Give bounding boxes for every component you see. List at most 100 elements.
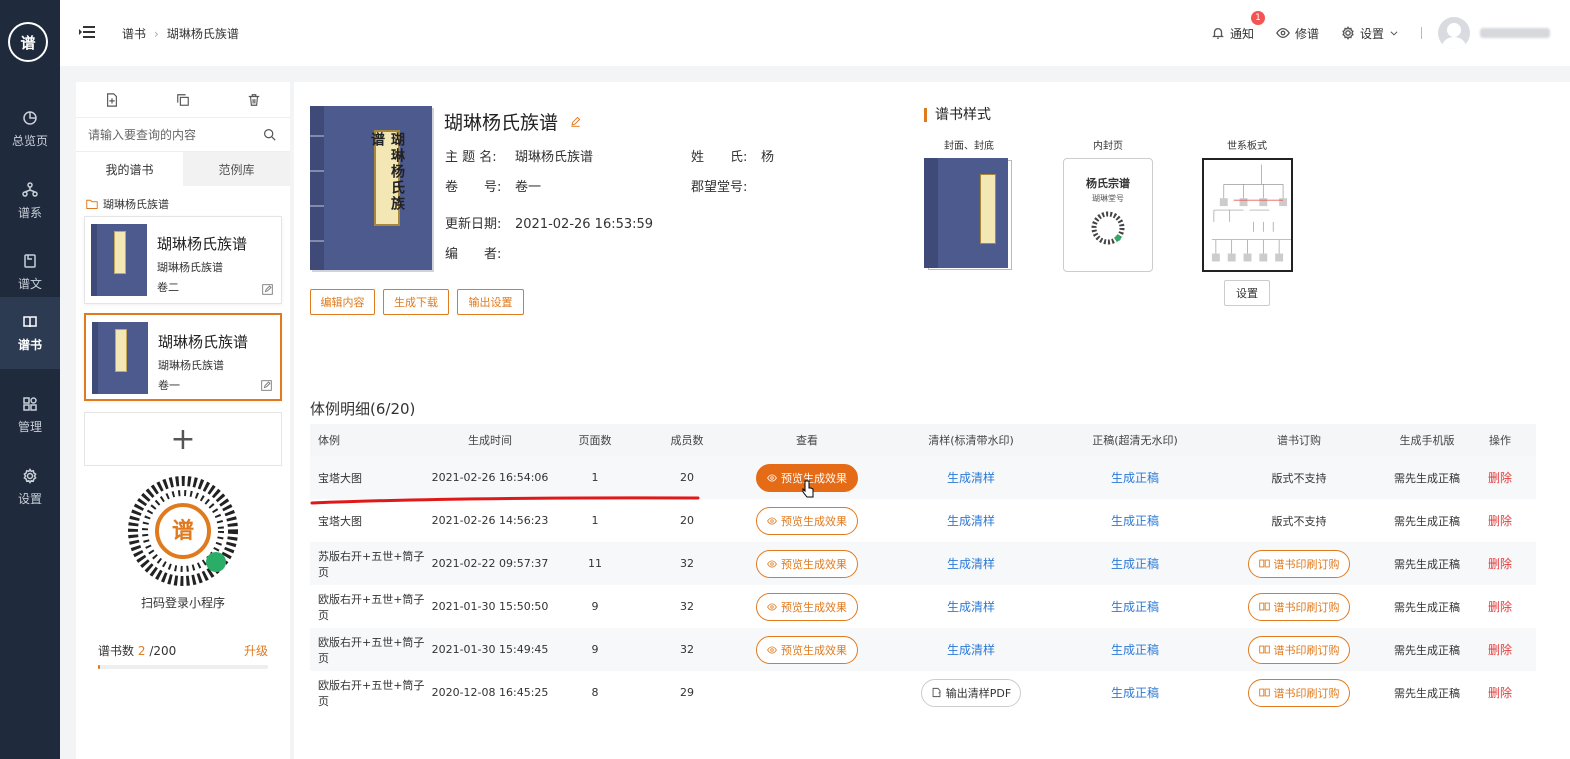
trash-icon[interactable] [247, 93, 261, 107]
delete-link[interactable]: 删除 [1488, 471, 1512, 485]
search-icon[interactable] [263, 128, 276, 141]
order-unsupported: 版式不支持 [1271, 471, 1327, 485]
book-card-selected[interactable]: 瑚琳杨氏族谱 瑚琳杨氏族谱 卷一 [84, 313, 282, 401]
order-print-button[interactable]: 谱书印刷订购 [1248, 549, 1350, 578]
cell-time: 2021-02-22 09:57:37 [431, 557, 549, 570]
nav-item-overview[interactable]: 总览页 [0, 96, 60, 162]
nav-label: 设置 [17, 491, 42, 506]
gear-icon [1342, 26, 1354, 40]
pencil-icon[interactable] [570, 116, 581, 127]
cover-label: 瑚琳杨氏族谱 [369, 130, 405, 226]
book-cover-thumb [92, 322, 148, 394]
cell-order: 谱书印刷订购 [1208, 628, 1390, 671]
notify-button[interactable]: 通知 1 [1211, 10, 1265, 42]
edit-icon[interactable] [261, 380, 272, 391]
cell-order: 版式不支持 [1208, 456, 1390, 499]
eye-icon [767, 559, 777, 568]
delete-link[interactable]: 删除 [1488, 600, 1512, 614]
upgrade-link[interactable]: 升级 [244, 642, 268, 659]
cell-op: 删除 [1464, 456, 1536, 499]
nav-item-books[interactable]: 谱书 [0, 297, 60, 369]
book-icon [23, 315, 37, 327]
nav-item-lineage[interactable]: 谱系 [0, 168, 60, 234]
preview-button[interactable]: 预览生成效果 [756, 592, 858, 621]
add-book-button[interactable]: + [84, 412, 282, 466]
username-blurred[interactable] [1480, 28, 1550, 38]
cell-pages: 9 [591, 600, 599, 613]
search-input[interactable] [88, 127, 258, 142]
add-file-icon[interactable] [105, 92, 119, 107]
cell-op: 删除 [1464, 585, 1536, 628]
cell-final: 生成正稿 [1062, 499, 1208, 542]
nav-label: 谱系 [17, 205, 42, 220]
cell-style: 欧版右开+五世+筒子页 [318, 678, 425, 708]
table-header-row: 体例 生成时间 页面数 成员数 查看 清样(标清带水印) 正稿(超清无水印) 谱… [310, 424, 1536, 456]
cell-proof: 生成清样 [880, 456, 1062, 499]
generate-proof-link[interactable]: 生成清样 [947, 471, 995, 485]
pie-chart-icon [23, 110, 37, 125]
generate-final-link[interactable]: 生成正稿 [1111, 557, 1159, 571]
generate-proof-link[interactable]: 生成清样 [947, 643, 995, 657]
order-print-button[interactable]: 谱书印刷订购 [1248, 678, 1350, 707]
export-pdf-button[interactable]: 输出清样PDF [921, 678, 1021, 707]
book-card[interactable]: 瑚琳杨氏族谱 瑚琳杨氏族谱 卷二 [84, 216, 282, 304]
nav-item-text[interactable]: 谱文 [0, 239, 60, 305]
output-settings-button[interactable]: 输出设置 [457, 289, 524, 315]
avatar[interactable] [1438, 17, 1470, 49]
lineage-style-thumb[interactable] [1202, 158, 1293, 272]
delete-link[interactable]: 删除 [1488, 643, 1512, 657]
style-section-title: 谱书样式 [924, 108, 991, 122]
generate-final-link[interactable]: 生成正稿 [1111, 686, 1159, 700]
logo[interactable]: 谱 [8, 22, 48, 62]
preview-button[interactable]: 预览生成效果 [756, 549, 858, 578]
generate-final-link[interactable]: 生成正稿 [1111, 514, 1159, 528]
delete-link[interactable]: 删除 [1488, 514, 1512, 528]
generate-proof-link[interactable]: 生成清样 [947, 557, 995, 571]
generate-proof-link[interactable]: 生成清样 [947, 600, 995, 614]
delete-link[interactable]: 删除 [1488, 557, 1512, 571]
generate-proof-link[interactable]: 生成清样 [947, 514, 995, 528]
quota-text: 谱书数 2 /200 [98, 644, 177, 658]
book-detail-panel: 瑚琳杨氏族谱 瑚琳杨氏族谱 主 题 名: 瑚琳杨氏族谱 姓 氏: 杨 卷 号: 卷一 … [294, 82, 1570, 759]
table-row: 苏版右开+五世+筒子页 2021-02-22 09:57:37 11 32 预览… [310, 542, 1536, 585]
cell-view [734, 671, 880, 714]
detail-section-title: 体例明细(6/20) [310, 400, 416, 418]
edit-genealogy-button[interactable]: 修谱 [1276, 25, 1319, 42]
generate-final-link[interactable]: 生成正稿 [1111, 643, 1159, 657]
nav-label: 谱文 [17, 276, 42, 291]
order-print-button[interactable]: 谱书印刷订购 [1248, 635, 1350, 664]
inner-page-style-thumb[interactable]: 杨氏宗谱 瑚琳堂号 [1063, 158, 1153, 272]
cell-proof: 生成清样 [880, 499, 1062, 542]
style-settings-button[interactable]: 设置 [1224, 280, 1270, 306]
edit-content-button[interactable]: 编辑内容 [310, 289, 375, 315]
cover-style-thumb[interactable] [924, 158, 1012, 270]
book-open-icon [1258, 688, 1270, 697]
folder-item[interactable]: 瑚琳杨氏族谱 [76, 186, 290, 216]
delete-link[interactable]: 删除 [1488, 686, 1512, 700]
nav-item-settings[interactable]: 设置 [0, 454, 60, 520]
col-header: 清样(标清带水印) [928, 434, 1014, 447]
breadcrumb-item[interactable]: 谱书 [122, 25, 146, 42]
top-header: 谱书 › 瑚琳杨氏族谱 通知 1 修谱 设置 [60, 0, 1570, 66]
generate-final-link[interactable]: 生成正稿 [1111, 471, 1159, 485]
copy-icon[interactable] [176, 93, 190, 107]
cell-op: 删除 [1464, 628, 1536, 671]
settings-dropdown[interactable]: 设置 [1341, 25, 1399, 42]
generate-final-link[interactable]: 生成正稿 [1111, 600, 1159, 614]
tab-my-books[interactable]: 我的谱书 [76, 152, 183, 186]
menu-collapse-icon[interactable] [78, 24, 96, 40]
bell-icon [1211, 27, 1224, 39]
cell-mobile: 需先生成正稿 [1394, 686, 1460, 700]
preview-button[interactable]: 预览生成效果 [756, 506, 858, 535]
edit-icon[interactable] [262, 284, 273, 295]
cell-style: 欧版右开+五世+筒子页 [318, 592, 425, 622]
preview-label: 预览生成效果 [781, 600, 847, 614]
tab-examples[interactable]: 范例库 [183, 152, 290, 186]
preview-label: 预览生成效果 [781, 514, 847, 528]
preview-button[interactable]: 预览生成效果 [756, 635, 858, 664]
generate-download-button[interactable]: 生成下载 [383, 289, 449, 315]
nav-item-manage[interactable]: 管理 [0, 382, 60, 448]
order-print-button[interactable]: 谱书印刷订购 [1248, 592, 1350, 621]
preview-label: 预览生成效果 [781, 643, 847, 657]
cell-view: 预览生成效果 [734, 499, 880, 542]
